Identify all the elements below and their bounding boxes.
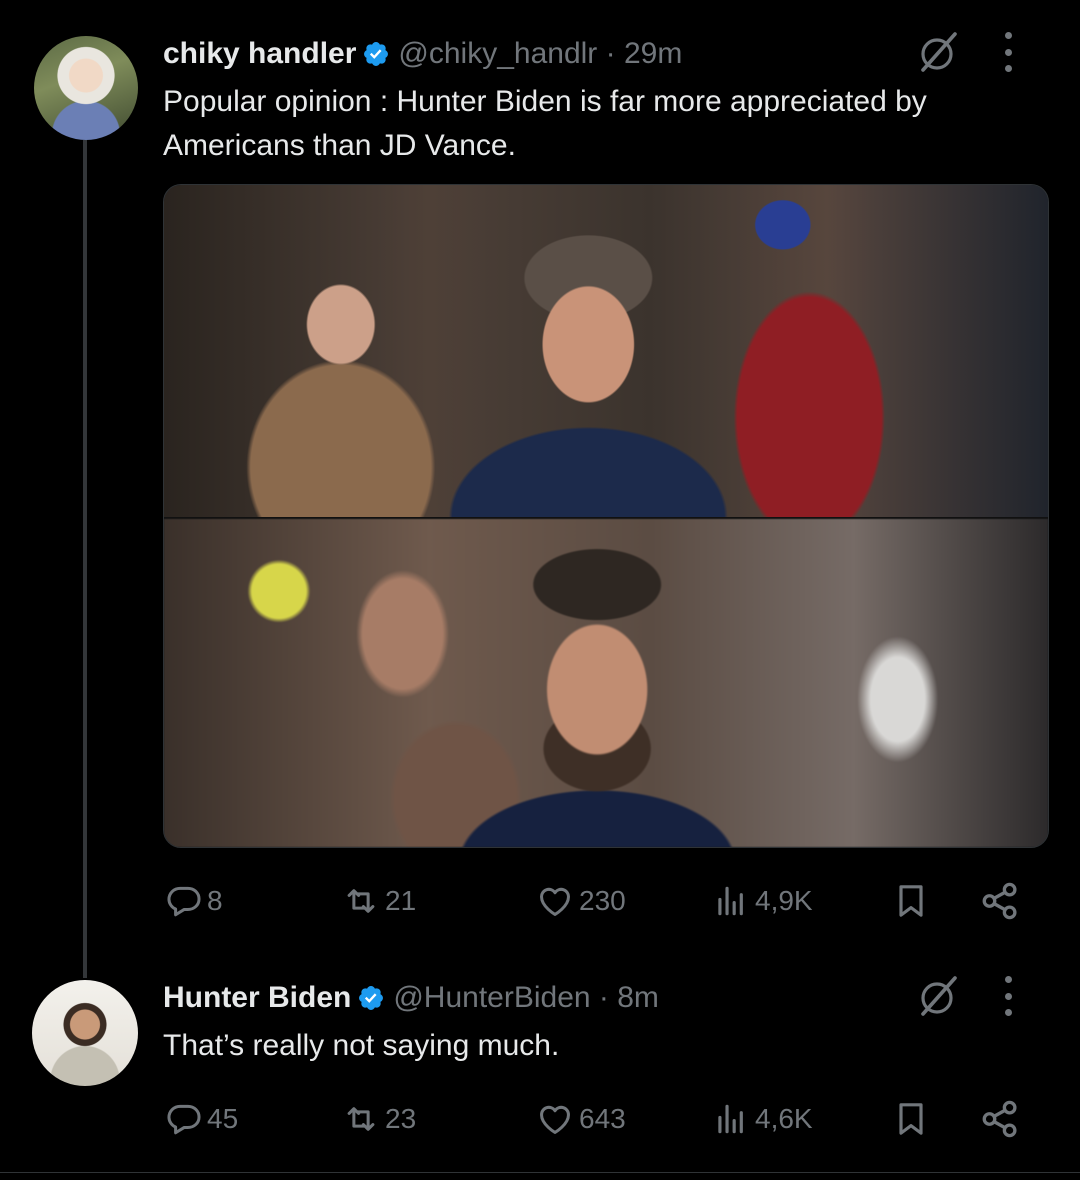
separator-dot: · [597,37,624,70]
more-options-icon[interactable] [1003,976,1013,1016]
tweet-2-top-icons [915,972,1013,1020]
grok-icon[interactable] [915,28,963,76]
avatar-chiky-handler[interactable] [34,36,138,140]
views-icon [718,886,743,916]
grok-icon[interactable] [915,972,963,1020]
tweet-1-action-bar: 8 21 230 4,9K [163,876,1033,926]
more-options-icon[interactable] [1003,32,1013,72]
share-button[interactable] [979,876,1021,926]
reply-icon [167,1104,201,1135]
tweet-1-top-icons [915,28,1013,76]
author-name[interactable]: Hunter Biden [163,981,351,1015]
reply-icon [167,886,201,917]
like-button[interactable]: 643 [535,1094,626,1144]
bookmark-button[interactable] [891,876,931,926]
tweet-2-action-bar: 45 23 643 4,6K [163,1094,1033,1144]
author-handle[interactable]: @HunterBiden [393,981,590,1015]
reply-count: 45 [207,1103,239,1134]
bookmark-button[interactable] [891,1094,931,1144]
repost-button[interactable]: 21 [341,876,416,926]
tweet-media[interactable] [163,184,1049,848]
reply-button[interactable]: 45 [165,1094,238,1144]
like-icon [540,887,570,916]
views-count: 4,9K [755,885,813,916]
photo-hunter-biden[interactable] [164,185,1048,517]
views-button[interactable]: 4,9K [711,876,813,926]
share-icon [982,1100,1017,1138]
tweet-text: That’s really not saying much. [163,1029,560,1062]
bottom-divider [0,1172,1080,1173]
repost-count: 23 [385,1103,417,1134]
repost-count: 21 [385,885,417,916]
author-handle[interactable]: @chiky_handlr [398,37,597,71]
like-icon [540,1105,570,1134]
verified-badge-icon [364,42,389,66]
repost-icon [347,889,375,913]
bookmark-icon [899,885,923,917]
share-icon [982,882,1017,920]
avatar-hunter-biden[interactable] [32,980,138,1086]
tweet-time[interactable]: 29m [624,37,682,71]
views-icon [718,1104,743,1134]
like-count: 230 [579,885,626,916]
bookmark-icon [899,1103,923,1135]
like-count: 643 [579,1103,626,1134]
like-button[interactable]: 230 [535,876,626,926]
author-name[interactable]: chiky handler [163,37,356,71]
thread-connector-line [83,140,87,978]
verified-badge-icon [359,986,384,1010]
repost-icon [347,1107,375,1131]
tweet-1-header: chiky handler @chiky_handlr · 29m [163,32,682,76]
views-count: 4,6K [755,1103,813,1134]
reply-count: 8 [207,885,223,916]
repost-button[interactable]: 23 [341,1094,416,1144]
views-button[interactable]: 4,6K [711,1094,813,1144]
tweet-time[interactable]: 8m [617,981,659,1015]
tweet-text: Popular opinion : Hunter Biden is far mo… [163,85,927,162]
share-button[interactable] [979,1094,1021,1144]
tweet-2-header: Hunter Biden @HunterBiden · 8m [163,976,659,1020]
photo-jd-vance[interactable] [164,519,1048,847]
separator-dot: · [590,981,618,1014]
reply-button[interactable]: 8 [165,876,223,926]
